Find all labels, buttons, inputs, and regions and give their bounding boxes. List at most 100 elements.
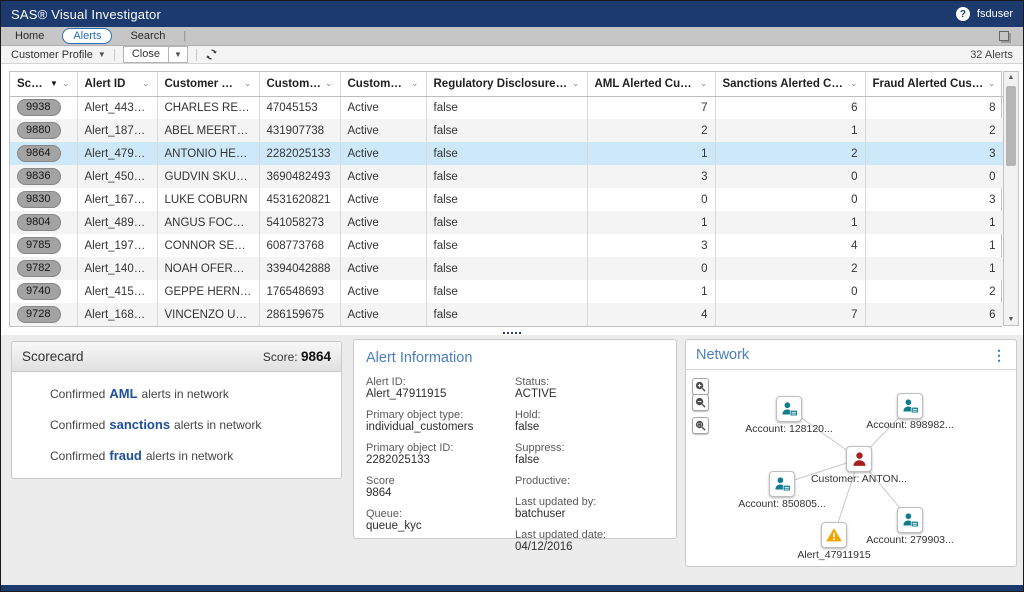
column-menu-icon[interactable]: ⌄ <box>138 78 150 89</box>
column-menu-icon[interactable]: ⌄ <box>321 78 333 89</box>
alert-id-cell: Alert_18730775 <box>77 119 157 142</box>
column-header[interactable]: Fraud Alerted Customers⌄ <box>865 72 1003 96</box>
refresh-button[interactable] <box>205 48 218 61</box>
user-menu[interactable]: fsduser <box>977 8 1013 20</box>
column-header[interactable]: Customer ID⌄ <box>259 72 340 96</box>
tab-search[interactable]: Search <box>130 30 165 42</box>
score-cell: 9864 <box>10 142 77 165</box>
network-node-account-128120[interactable] <box>776 396 802 422</box>
column-menu-icon[interactable]: ⌄ <box>407 78 419 89</box>
table-row[interactable]: 9785Alert_19761777CONNOR SEABROOK6087737… <box>10 234 1003 257</box>
table-row[interactable]: 9740Alert_41501475GEPPE HERNÁDEZ17654869… <box>10 280 1003 303</box>
tab-alerts[interactable]: Alerts <box>62 28 112 44</box>
rule-keyword-link[interactable]: sanctions <box>105 417 174 432</box>
alerts-table: Score▼⌄Alert ID⌄Customer Name⌄Customer I… <box>9 71 1002 327</box>
network-node-customer-anton[interactable] <box>846 446 872 472</box>
field-value: false <box>515 454 664 466</box>
network-node-account-898982[interactable] <box>897 393 923 419</box>
score-label: Score: <box>263 350 298 364</box>
column-header[interactable]: Customer S...⌄ <box>340 72 426 96</box>
customer-status-cell: Active <box>340 119 426 142</box>
field-value: batchuser <box>515 508 664 520</box>
customer-icon <box>851 451 868 468</box>
zoom-fit-icon <box>695 420 706 431</box>
zoom-out-icon <box>695 397 706 408</box>
fraud-cell: 0 <box>865 165 1003 188</box>
network-header: Network ⋮ <box>686 340 1016 370</box>
scorecard-header: Scorecard Score: 9864 <box>12 342 341 372</box>
zoom-out-button[interactable] <box>692 394 709 411</box>
account-icon <box>774 476 791 493</box>
customer-status-cell: Active <box>340 142 426 165</box>
customer-profile-dropdown[interactable]: Customer Profile ▼ <box>11 49 106 61</box>
aml-cell: 3 <box>587 165 715 188</box>
column-menu-icon[interactable]: ⌄ <box>846 78 858 89</box>
aml-cell: 0 <box>587 188 715 211</box>
field-label: Last updated by: <box>515 496 664 508</box>
alert-information-panel: Alert Information Alert ID:Alert_4791191… <box>353 339 677 539</box>
zoom-in-icon <box>695 381 706 392</box>
fraud-cell: 8 <box>865 96 1003 119</box>
rule-keyword-link[interactable]: AML <box>105 386 141 401</box>
column-label: Regulatory Disclosure Indicator <box>434 78 568 90</box>
regulatory-cell: false <box>426 165 587 188</box>
fraud-cell: 1 <box>865 257 1003 280</box>
column-header[interactable]: Alert ID⌄ <box>77 72 157 96</box>
tab-home[interactable]: Home <box>15 30 44 42</box>
table-row[interactable]: 9880Alert_18730775ABEL MEERTENS431907738… <box>10 119 1003 142</box>
network-node-account-850805[interactable] <box>769 471 795 497</box>
table-row[interactable]: 9864Alert_47911915ANTONIO HENDRICK228202… <box>10 142 1003 165</box>
table-row[interactable]: 9782Alert_14066391NOAH OFERRALL339404288… <box>10 257 1003 280</box>
alerts-toolbar: Customer Profile ▼ Close ▼ 32 Alerts <box>1 46 1023 64</box>
network-node-account-279903[interactable] <box>897 507 923 533</box>
customer-name-cell: CHARLES READE <box>157 96 259 119</box>
alert-info-field: Primary object ID:2282025133 <box>366 442 515 466</box>
account-icon <box>902 398 919 415</box>
customer-status-cell: Active <box>340 257 426 280</box>
table-row[interactable]: 9804Alert_48984404ANGUS FOCKEN541058273A… <box>10 211 1003 234</box>
kebab-menu-icon[interactable]: ⋮ <box>992 348 1006 362</box>
regulatory-cell: false <box>426 119 587 142</box>
rule-keyword-link[interactable]: fraud <box>105 448 146 463</box>
customer-status-cell: Active <box>340 234 426 257</box>
column-menu-icon[interactable]: ⌄ <box>58 78 70 89</box>
scrollbar-thumb[interactable] <box>1006 86 1016 166</box>
column-menu-icon[interactable]: ⌄ <box>696 78 708 89</box>
fraud-cell: 2 <box>865 280 1003 303</box>
tab-bar: HomeAlertsSearch| <box>1 27 1023 46</box>
column-header[interactable]: Regulatory Disclosure Indicator⌄ <box>426 72 587 96</box>
column-header[interactable]: Customer Name⌄ <box>157 72 259 96</box>
field-value: queue_kyc <box>366 520 515 532</box>
sanctions-cell: 7 <box>715 303 865 326</box>
column-header[interactable]: Score▼⌄ <box>10 72 77 96</box>
field-value: ACTIVE <box>515 388 664 400</box>
network-canvas[interactable]: Account: 128120...Account: 898982...Cust… <box>686 370 1016 566</box>
column-menu-icon[interactable]: ⌄ <box>240 78 252 89</box>
help-icon[interactable]: ? <box>956 7 970 21</box>
table-row[interactable]: 9728Alert_16862268VINCENZO UDINESE286159… <box>10 303 1003 326</box>
column-header[interactable]: AML Alerted Customers⌄ <box>587 72 715 96</box>
network-node-label: Customer: ANTON... <box>811 473 907 485</box>
aml-cell: 2 <box>587 119 715 142</box>
alert-info-field: Alert ID:Alert_47911915 <box>366 376 515 400</box>
scroll-down-icon[interactable]: ▼ <box>1004 316 1018 323</box>
window-icon[interactable] <box>999 31 1009 41</box>
close-button-label[interactable]: Close <box>123 46 169 63</box>
network-node-label: Account: 128120... <box>745 423 833 435</box>
column-menu-icon[interactable]: ⌄ <box>984 78 996 89</box>
scroll-up-icon[interactable]: ▲ <box>1004 74 1018 81</box>
table-scrollbar[interactable]: ▲ ▼ <box>1003 71 1019 326</box>
table-row[interactable]: 9830Alert_16778987LUKE COBURN4531620821A… <box>10 188 1003 211</box>
table-row[interactable]: 9836Alert_45085241GUDVIN SKURDAL36904824… <box>10 165 1003 188</box>
column-header[interactable]: Sanctions Alerted Customers⌄ <box>715 72 865 96</box>
zoom-fit-button[interactable] <box>692 417 709 434</box>
close-dropdown-arrow[interactable]: ▼ <box>169 46 188 63</box>
column-menu-icon[interactable]: ⌄ <box>568 78 580 89</box>
zoom-in-button[interactable] <box>692 378 709 395</box>
score-cell: 9880 <box>10 119 77 142</box>
close-button[interactable]: Close ▼ <box>123 46 188 63</box>
table-row[interactable]: 9938Alert_44329495CHARLES READE47045153A… <box>10 96 1003 119</box>
network-node-alert-47911915[interactable] <box>821 522 847 548</box>
alert-id-cell: Alert_41501475 <box>77 280 157 303</box>
app-banner: SAS® Visual Investigator ? fsduser <box>1 1 1023 27</box>
